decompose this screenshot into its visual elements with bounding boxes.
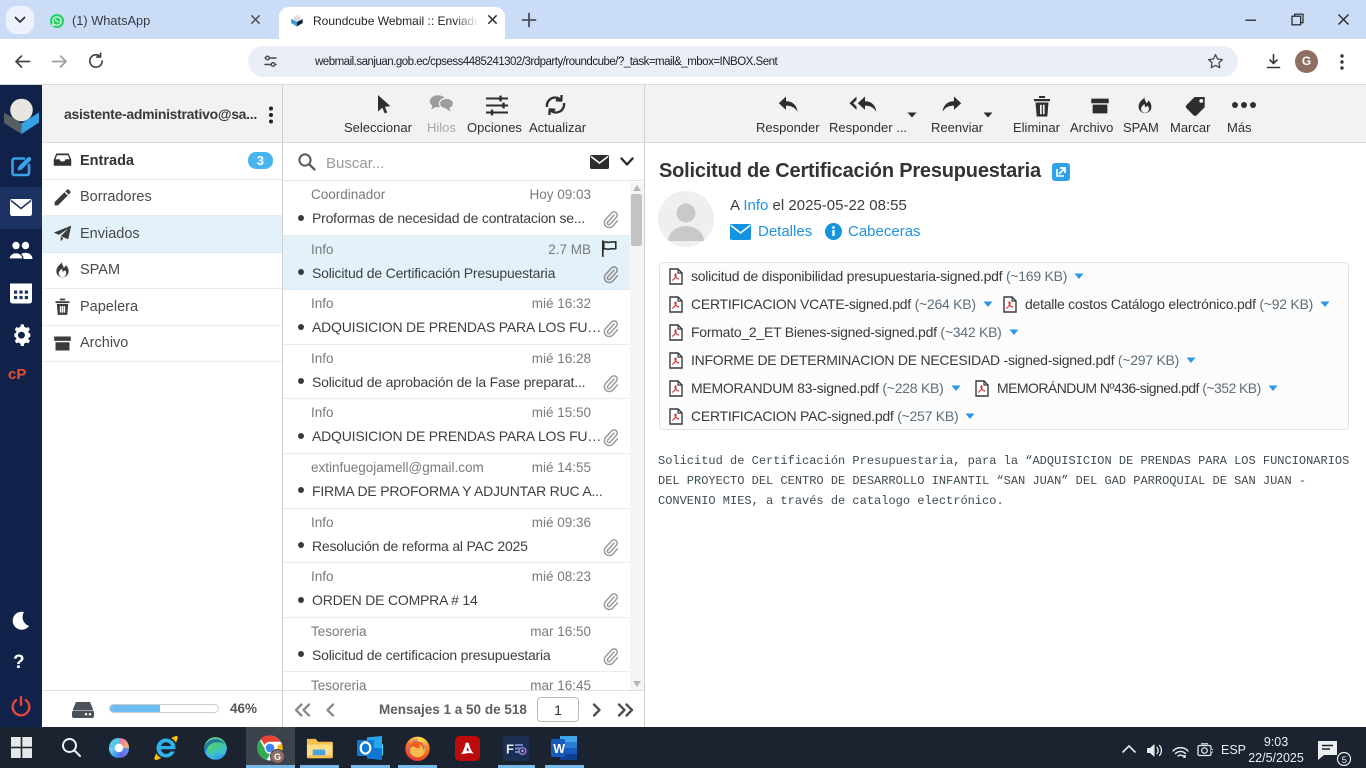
svg-text:F: F: [506, 742, 514, 757]
svg-text:5: 5: [1342, 755, 1347, 766]
svg-text:W: W: [553, 742, 565, 756]
